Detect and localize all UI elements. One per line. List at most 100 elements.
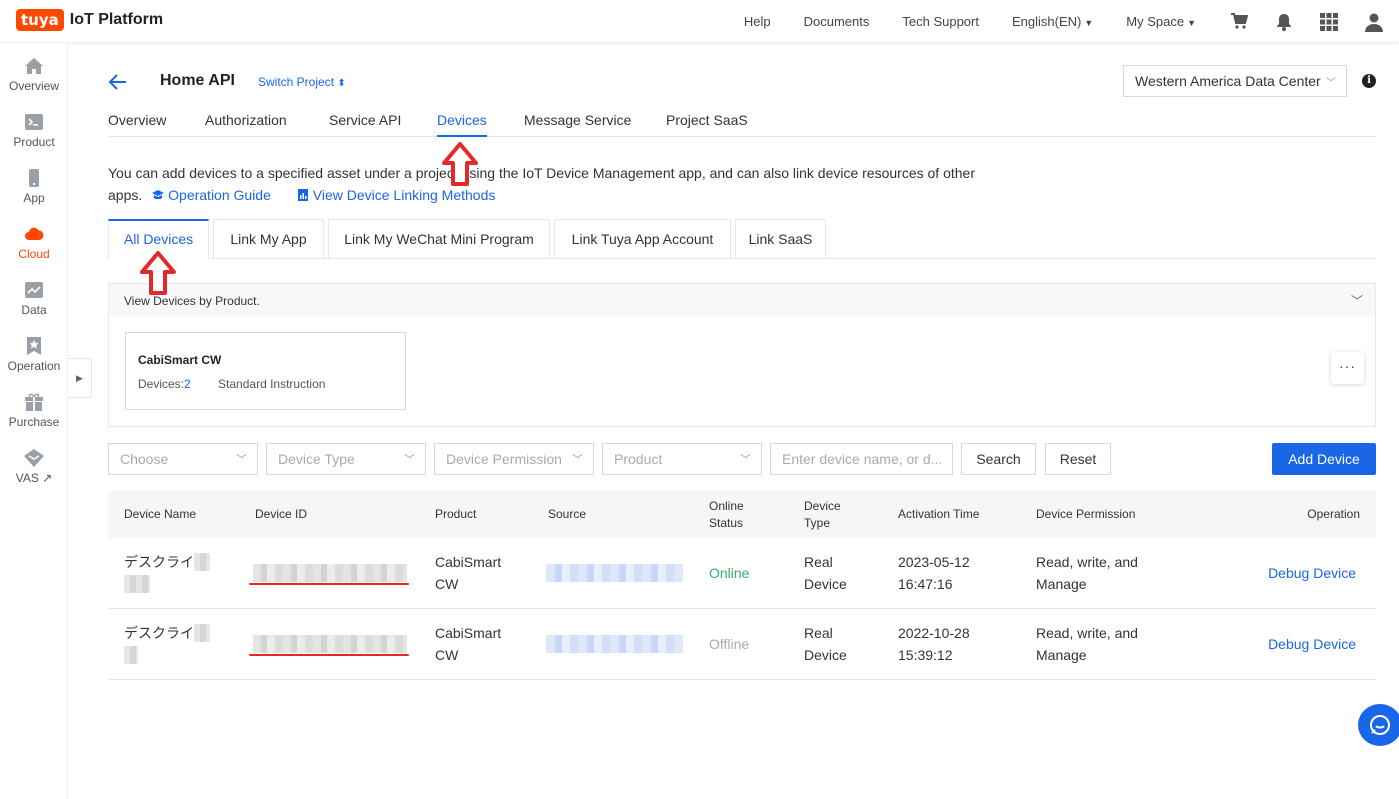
redacted-device-id xyxy=(253,635,407,653)
reset-button[interactable]: Reset xyxy=(1045,443,1111,475)
more-options-button[interactable]: ··· xyxy=(1331,352,1364,384)
product-line2: CW xyxy=(435,576,459,592)
caret-down-icon: ▼ xyxy=(1187,18,1196,28)
redacted-text xyxy=(124,575,150,593)
debug-device-link[interactable]: Debug Device xyxy=(1268,562,1356,584)
permission-line1: Read, write, and xyxy=(1036,554,1138,570)
sidebar-item-cloud[interactable]: Cloud xyxy=(0,225,68,261)
subtab-link-my-app[interactable]: Link My App xyxy=(213,219,324,259)
redacted-text xyxy=(194,553,210,571)
sidebar-item-overview[interactable]: Overview xyxy=(0,57,68,93)
back-arrow-icon[interactable] xyxy=(108,72,128,92)
redacted-device-id xyxy=(253,564,407,582)
col-device-type-line2: Type xyxy=(804,516,831,530)
chart-icon xyxy=(25,282,43,298)
permission-line2: Manage xyxy=(1036,576,1087,592)
operation-guide-link[interactable]: Operation Guide xyxy=(152,187,271,203)
subtab-link-wechat-mini-program[interactable]: Link My WeChat Mini Program xyxy=(328,219,550,259)
tab-service-api[interactable]: Service API xyxy=(329,112,401,128)
col-device-id: Device ID xyxy=(255,507,308,521)
product-card-type: Standard Instruction xyxy=(218,377,326,391)
tab-message-service[interactable]: Message Service xyxy=(524,112,631,128)
sidebar-item-data[interactable]: Data xyxy=(0,281,68,317)
sidebar-item-label: Purchase xyxy=(8,415,60,429)
device-type-placeholder: Device Type xyxy=(278,451,355,467)
chevron-down-icon: ﹀ xyxy=(740,454,751,466)
device-permission-placeholder: Device Permission xyxy=(446,451,562,467)
redacted-text xyxy=(194,624,210,642)
info-icon[interactable]: i xyxy=(1362,74,1376,88)
logo-badge: tuya xyxy=(16,9,64,31)
data-center-select[interactable]: Western America Data Center ﹀ xyxy=(1123,65,1347,97)
documents-link[interactable]: Documents xyxy=(804,14,870,29)
device-type-cell: Real Device xyxy=(804,551,847,595)
tab-project-saas[interactable]: Project SaaS xyxy=(666,112,748,128)
logo[interactable]: tuya IoT Platform xyxy=(16,9,163,31)
type-line2: Device xyxy=(804,576,847,592)
debug-device-link[interactable]: Debug Device xyxy=(1268,633,1356,655)
col-activation-time: Activation Time xyxy=(898,507,980,521)
col-device-type: Device Type xyxy=(804,498,841,532)
subtab-link-saas[interactable]: Link SaaS xyxy=(735,219,826,259)
apps-grid-icon[interactable] xyxy=(1319,12,1339,32)
chevron-down-icon: ﹀ xyxy=(572,454,583,466)
time-clock: 16:47:16 xyxy=(898,576,953,592)
products-panel: View Devices by Product. ﹀ CabiSmart CW … xyxy=(108,283,1376,427)
sidebar-item-app[interactable]: App xyxy=(0,169,68,205)
redacted-source xyxy=(546,564,683,582)
product-placeholder: Product xyxy=(614,451,663,467)
col-device-permission: Device Permission xyxy=(1036,507,1136,521)
device-permission-select[interactable]: Device Permission ﹀ xyxy=(434,443,594,475)
chevron-down-icon: ﹀ xyxy=(1350,294,1363,308)
device-source-tabs: All Devices Link My App Link My WeChat M… xyxy=(108,219,1376,259)
sidebar-item-label: Data xyxy=(21,303,47,317)
sidebar-expand-toggle[interactable]: ▶ xyxy=(68,358,92,398)
subtab-link-tuya-app-account[interactable]: Link Tuya App Account xyxy=(554,219,731,259)
tab-overview[interactable]: Overview xyxy=(108,112,166,128)
time-date: 2023-05-12 xyxy=(898,554,970,570)
user-avatar-icon[interactable] xyxy=(1364,12,1384,32)
sidebar-item-label: Overview xyxy=(8,79,59,93)
my-space-label: My Space xyxy=(1126,14,1185,29)
device-type-select[interactable]: Device Type ﹀ xyxy=(266,443,426,475)
type-line2: Device xyxy=(804,647,847,663)
product-card-meta: Devices:2 Standard Instruction xyxy=(138,377,393,391)
sidebar-item-purchase[interactable]: Purchase xyxy=(0,393,68,429)
document-chart-icon xyxy=(297,189,308,201)
chevron-down-icon: ﹀ xyxy=(404,454,415,466)
tab-authorization[interactable]: Authorization xyxy=(205,112,287,128)
sidebar-item-label: VAS ↗ xyxy=(15,471,53,485)
product-select[interactable]: Product ﹀ xyxy=(602,443,762,475)
cart-icon[interactable] xyxy=(1229,12,1249,32)
product-line2: CW xyxy=(435,647,459,663)
chat-support-button[interactable] xyxy=(1358,704,1399,746)
add-device-button[interactable]: Add Device xyxy=(1272,443,1376,475)
help-link[interactable]: Help xyxy=(744,14,771,29)
bell-icon[interactable] xyxy=(1274,12,1294,32)
tab-devices[interactable]: Devices xyxy=(437,112,487,137)
products-panel-header[interactable]: View Devices by Product. ﹀ xyxy=(109,284,1375,317)
device-search-input[interactable]: Enter device name, or d... xyxy=(770,443,953,475)
caret-right-icon: ▶ xyxy=(76,372,83,383)
product-card[interactable]: CabiSmart CW Devices:2 Standard Instruct… xyxy=(125,332,406,410)
sidebar-item-label: Operation xyxy=(7,359,61,373)
my-space-dropdown[interactable]: My Space ▼ xyxy=(1126,14,1196,29)
diamond-icon xyxy=(24,449,44,467)
device-type-cell: Real Device xyxy=(804,622,847,666)
red-underline-annotation xyxy=(249,654,409,656)
project-tabs: Overview Authorization Service API Devic… xyxy=(108,104,1376,137)
sidebar-item-operation[interactable]: Operation xyxy=(0,337,68,373)
sidebar-item-vas[interactable]: VAS ↗ xyxy=(0,449,68,485)
sidebar-item-product[interactable]: Product xyxy=(0,113,68,149)
time-date: 2022-10-28 xyxy=(898,625,970,641)
choose-select[interactable]: Choose ﹀ xyxy=(108,443,258,475)
language-dropdown[interactable]: English(EN) ▼ xyxy=(1012,14,1093,29)
devices-count[interactable]: 2 xyxy=(184,377,191,391)
choose-placeholder: Choose xyxy=(120,451,169,467)
col-source: Source xyxy=(548,507,587,521)
chat-bubble-icon xyxy=(1370,715,1390,735)
search-button[interactable]: Search xyxy=(961,443,1036,475)
switch-project-button[interactable]: Switch Project ⬍ xyxy=(258,75,346,89)
view-linking-methods-link[interactable]: View Device Linking Methods xyxy=(297,187,495,203)
tech-support-link[interactable]: Tech Support xyxy=(902,14,979,29)
